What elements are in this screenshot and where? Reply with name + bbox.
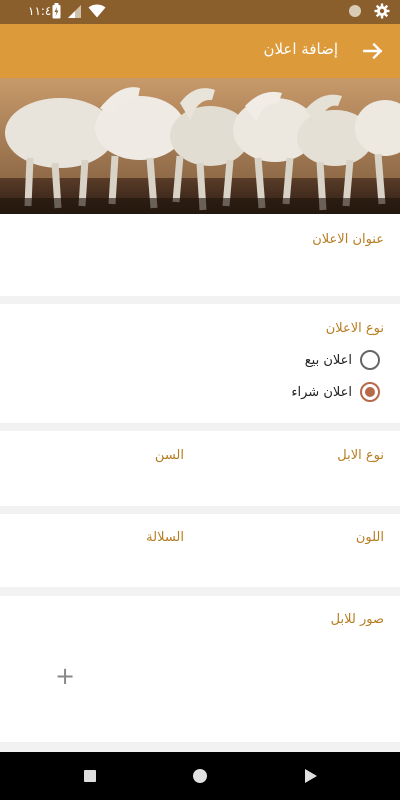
system-nav-bar: [0, 752, 400, 800]
battery-charging-icon: [52, 3, 61, 19]
camel-type-age-card: نوع الابل السن: [0, 431, 400, 506]
radio-sell-circle[interactable]: [360, 350, 380, 370]
ad-title-label: عنوان الاعلان: [312, 232, 384, 247]
photos-label: صور للابل: [330, 612, 384, 627]
screen: ١١:٤٠ إضافة اعلان عنوان الاعلان نوع الاع…: [0, 0, 400, 800]
camels-illustration: [0, 78, 400, 214]
back-icon[interactable]: [305, 769, 317, 783]
radio-buy-circle[interactable]: [360, 382, 380, 402]
app-bar: إضافة اعلان: [0, 24, 400, 78]
ad-type-card: نوع الاعلان اعلان بيع اعلان شراء: [0, 304, 400, 423]
color-breed-card: اللون السلالة: [0, 514, 400, 587]
arrow-right-icon[interactable]: [360, 38, 386, 64]
radio-buy-label: اعلان شراء: [291, 384, 352, 400]
signal-icon: [68, 4, 81, 18]
ad-type-label: نوع الاعلان: [325, 321, 384, 336]
wifi-icon: [88, 4, 106, 18]
recent-apps-icon[interactable]: [84, 770, 96, 782]
status-bar: ١١:٤٠: [0, 0, 400, 24]
age-label[interactable]: السن: [155, 448, 184, 463]
breed-label[interactable]: السلالة: [146, 530, 184, 545]
add-photo-icon[interactable]: +: [55, 664, 75, 688]
circle-indicator-icon: [349, 5, 361, 17]
ad-title-card[interactable]: عنوان الاعلان: [0, 214, 400, 296]
page-title: إضافة اعلان: [263, 40, 338, 58]
camels-photo: [0, 78, 400, 214]
home-icon[interactable]: [193, 769, 207, 783]
radio-sell-label: اعلان بيع: [304, 352, 352, 368]
color-label[interactable]: اللون: [356, 530, 384, 545]
radio-buy[interactable]: اعلان شراء: [291, 382, 380, 402]
camel-type-label[interactable]: نوع الابل: [337, 448, 384, 463]
status-icons-left: [52, 3, 106, 19]
status-icons-right: [348, 3, 390, 19]
gear-icon: [374, 3, 390, 19]
radio-sell[interactable]: اعلان بيع: [305, 350, 380, 370]
